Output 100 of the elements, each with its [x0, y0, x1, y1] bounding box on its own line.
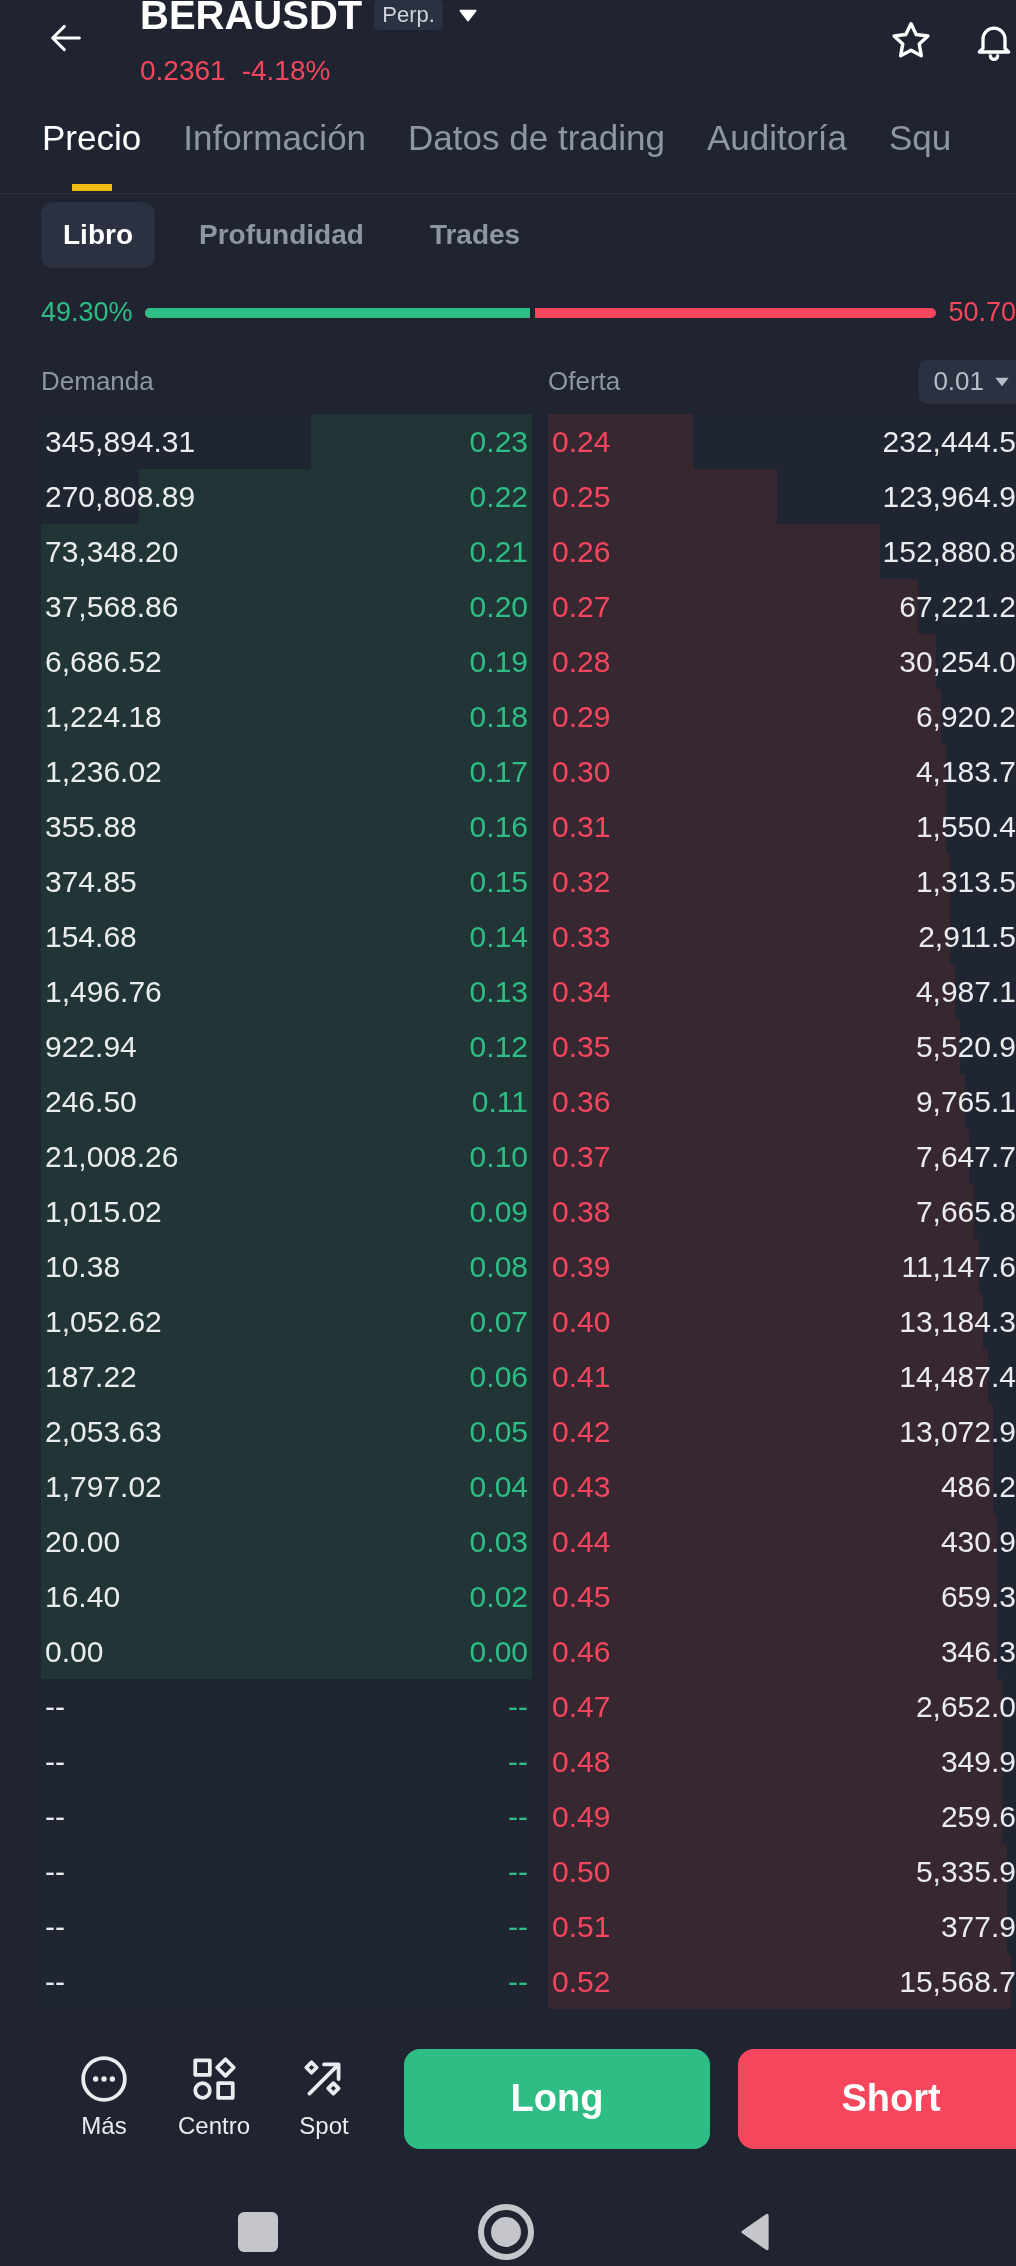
- bid-price: 0.19: [469, 643, 528, 680]
- short-button[interactable]: Short: [738, 2048, 1016, 2149]
- ask-price: 0.50: [552, 1853, 611, 1890]
- ask-amount: 123,964.9: [882, 478, 1016, 515]
- ask-amount: 67,221.2: [899, 588, 1016, 625]
- bid-price: --: [508, 1963, 528, 2000]
- bid-price: 0.06: [469, 1358, 528, 1395]
- bid-price: 0.07: [469, 1303, 528, 1340]
- bid-amount: 1,015.02: [45, 1193, 162, 1230]
- ask-price: 0.49: [552, 1798, 611, 1835]
- bid-amount: 10.38: [45, 1248, 121, 1285]
- ask-price: 0.32: [552, 863, 611, 900]
- ask-amount: 349.9: [940, 1743, 1016, 1780]
- ask-price: 0.44: [552, 1523, 611, 1560]
- ask-amount: 9,765.1: [915, 1083, 1016, 1120]
- spot-action-button[interactable]: Spot: [282, 2053, 366, 2144]
- bid-amount: 1,052.62: [45, 1303, 162, 1340]
- ask-amount: 152,880.8: [882, 533, 1016, 570]
- bid-price: 0.13: [469, 973, 528, 1010]
- column-header: Demanda: [41, 365, 155, 399]
- recent-apps-button[interactable]: [238, 2212, 278, 2253]
- bid-ratio: 49.30%: [41, 296, 133, 330]
- ask-amount: 259.6: [940, 1798, 1016, 1835]
- ask-amount: 377.9: [940, 1908, 1016, 1945]
- ask-amount: 13,184.3: [899, 1303, 1016, 1340]
- bid-amount: 345,894.31: [45, 423, 196, 460]
- bid-amount: 0.00: [45, 1633, 104, 1670]
- bid-amount: --: [45, 1963, 65, 2000]
- subtab[interactable]: Profundidad: [177, 201, 386, 268]
- bid-price: 0.05: [469, 1413, 528, 1450]
- ask-price: 0.42: [552, 1413, 611, 1450]
- bid-amount: 1,797.02: [45, 1468, 162, 1505]
- bid-amount: 20.00: [45, 1523, 121, 1560]
- ask-amount: 1,313.5: [915, 863, 1016, 900]
- more-icon: [79, 2053, 129, 2104]
- ask-price: 0.46: [552, 1633, 611, 1670]
- bid-price: 0.23: [469, 423, 528, 460]
- home-button[interactable]: [478, 2204, 534, 2261]
- ask-price: 0.30: [552, 753, 611, 790]
- bid-price: 0.10: [469, 1138, 528, 1175]
- bid-amount: --: [45, 1908, 65, 1945]
- ask-amount: 7,665.8: [915, 1193, 1016, 1230]
- bid-amount: --: [45, 1853, 65, 1890]
- center-action-button[interactable]: Centro: [172, 2053, 256, 2144]
- bid-price: 0.16: [469, 808, 528, 845]
- ask-amount: 1,550.4: [915, 808, 1016, 845]
- ask-amount: 5,520.9: [915, 1028, 1016, 1065]
- subtab[interactable]: Libro: [41, 201, 155, 268]
- bid-amount: 16.40: [45, 1578, 121, 1615]
- bid-amount: 6,686.52: [45, 643, 162, 680]
- ask-price: 0.34: [552, 973, 611, 1010]
- subtab[interactable]: Trades: [407, 201, 543, 268]
- tab[interactable]: Precio: [42, 109, 142, 194]
- bid-amount: 21,008.26: [45, 1138, 179, 1175]
- bid-amount: 922.94: [45, 1028, 137, 1065]
- bid-price: 0.02: [469, 1578, 528, 1615]
- ask-amount: 30,254.0: [899, 643, 1016, 680]
- ask-amount: 486.2: [940, 1468, 1016, 1505]
- bid-amount: --: [45, 1743, 65, 1780]
- bid-amount: 73,348.20: [45, 533, 179, 570]
- ask-amount: 4,987.1: [915, 973, 1016, 1010]
- ask-amount: 4,183.7: [915, 753, 1016, 790]
- tab[interactable]: Auditoría: [706, 109, 847, 194]
- bid-price: 0.14: [469, 918, 528, 955]
- bid-price: --: [508, 1853, 528, 1890]
- ask-amount: 5,335.9: [915, 1853, 1016, 1890]
- bid-amount: --: [45, 1688, 65, 1725]
- tab[interactable]: Squ: [889, 109, 952, 194]
- ask-amount: 15,568.7: [899, 1963, 1016, 2000]
- bid-price: 0.21: [469, 533, 528, 570]
- bid-price: 0.22: [469, 478, 528, 515]
- ask-amount: 7,647.7: [915, 1138, 1016, 1175]
- contract-badge: Perp.: [374, 0, 443, 30]
- bid-price: 0.17: [469, 753, 528, 790]
- bid-price: 0.09: [469, 1193, 528, 1230]
- precision-dropdown[interactable]: 0.01: [919, 359, 1016, 404]
- ask-amount: 232,444.5: [882, 423, 1016, 460]
- tab[interactable]: Datos de trading: [408, 109, 665, 194]
- tab[interactable]: Información: [183, 109, 367, 194]
- bid-amount: 270,808.89: [45, 478, 196, 515]
- bid-price: 0.18: [469, 698, 528, 735]
- bid-amount: --: [45, 1798, 65, 1835]
- ask-price: 0.27: [552, 588, 611, 625]
- more-action-button[interactable]: Más: [62, 2053, 146, 2144]
- ask-amount: 346.3: [940, 1633, 1016, 1670]
- bid-price: 0.00: [469, 1633, 528, 1670]
- bid-amount: 2,053.63: [45, 1413, 162, 1450]
- ask-price: 0.52: [552, 1963, 611, 2000]
- bid-price: 0.20: [469, 588, 528, 625]
- bid-amount: 374.85: [45, 863, 137, 900]
- bid-amount: 187.22: [45, 1358, 137, 1395]
- bid-amount: 37,568.86: [45, 588, 179, 625]
- ask-price: 0.48: [552, 1743, 611, 1780]
- bid-price: --: [508, 1688, 528, 1725]
- ask-price: 0.38: [552, 1193, 611, 1230]
- bid-price: --: [508, 1908, 528, 1945]
- bid-price: 0.11: [471, 1083, 528, 1120]
- ask-amount: 430.9: [940, 1523, 1016, 1560]
- ask-price: 0.37: [552, 1138, 611, 1175]
- price-change: -4.18%: [241, 54, 331, 88]
